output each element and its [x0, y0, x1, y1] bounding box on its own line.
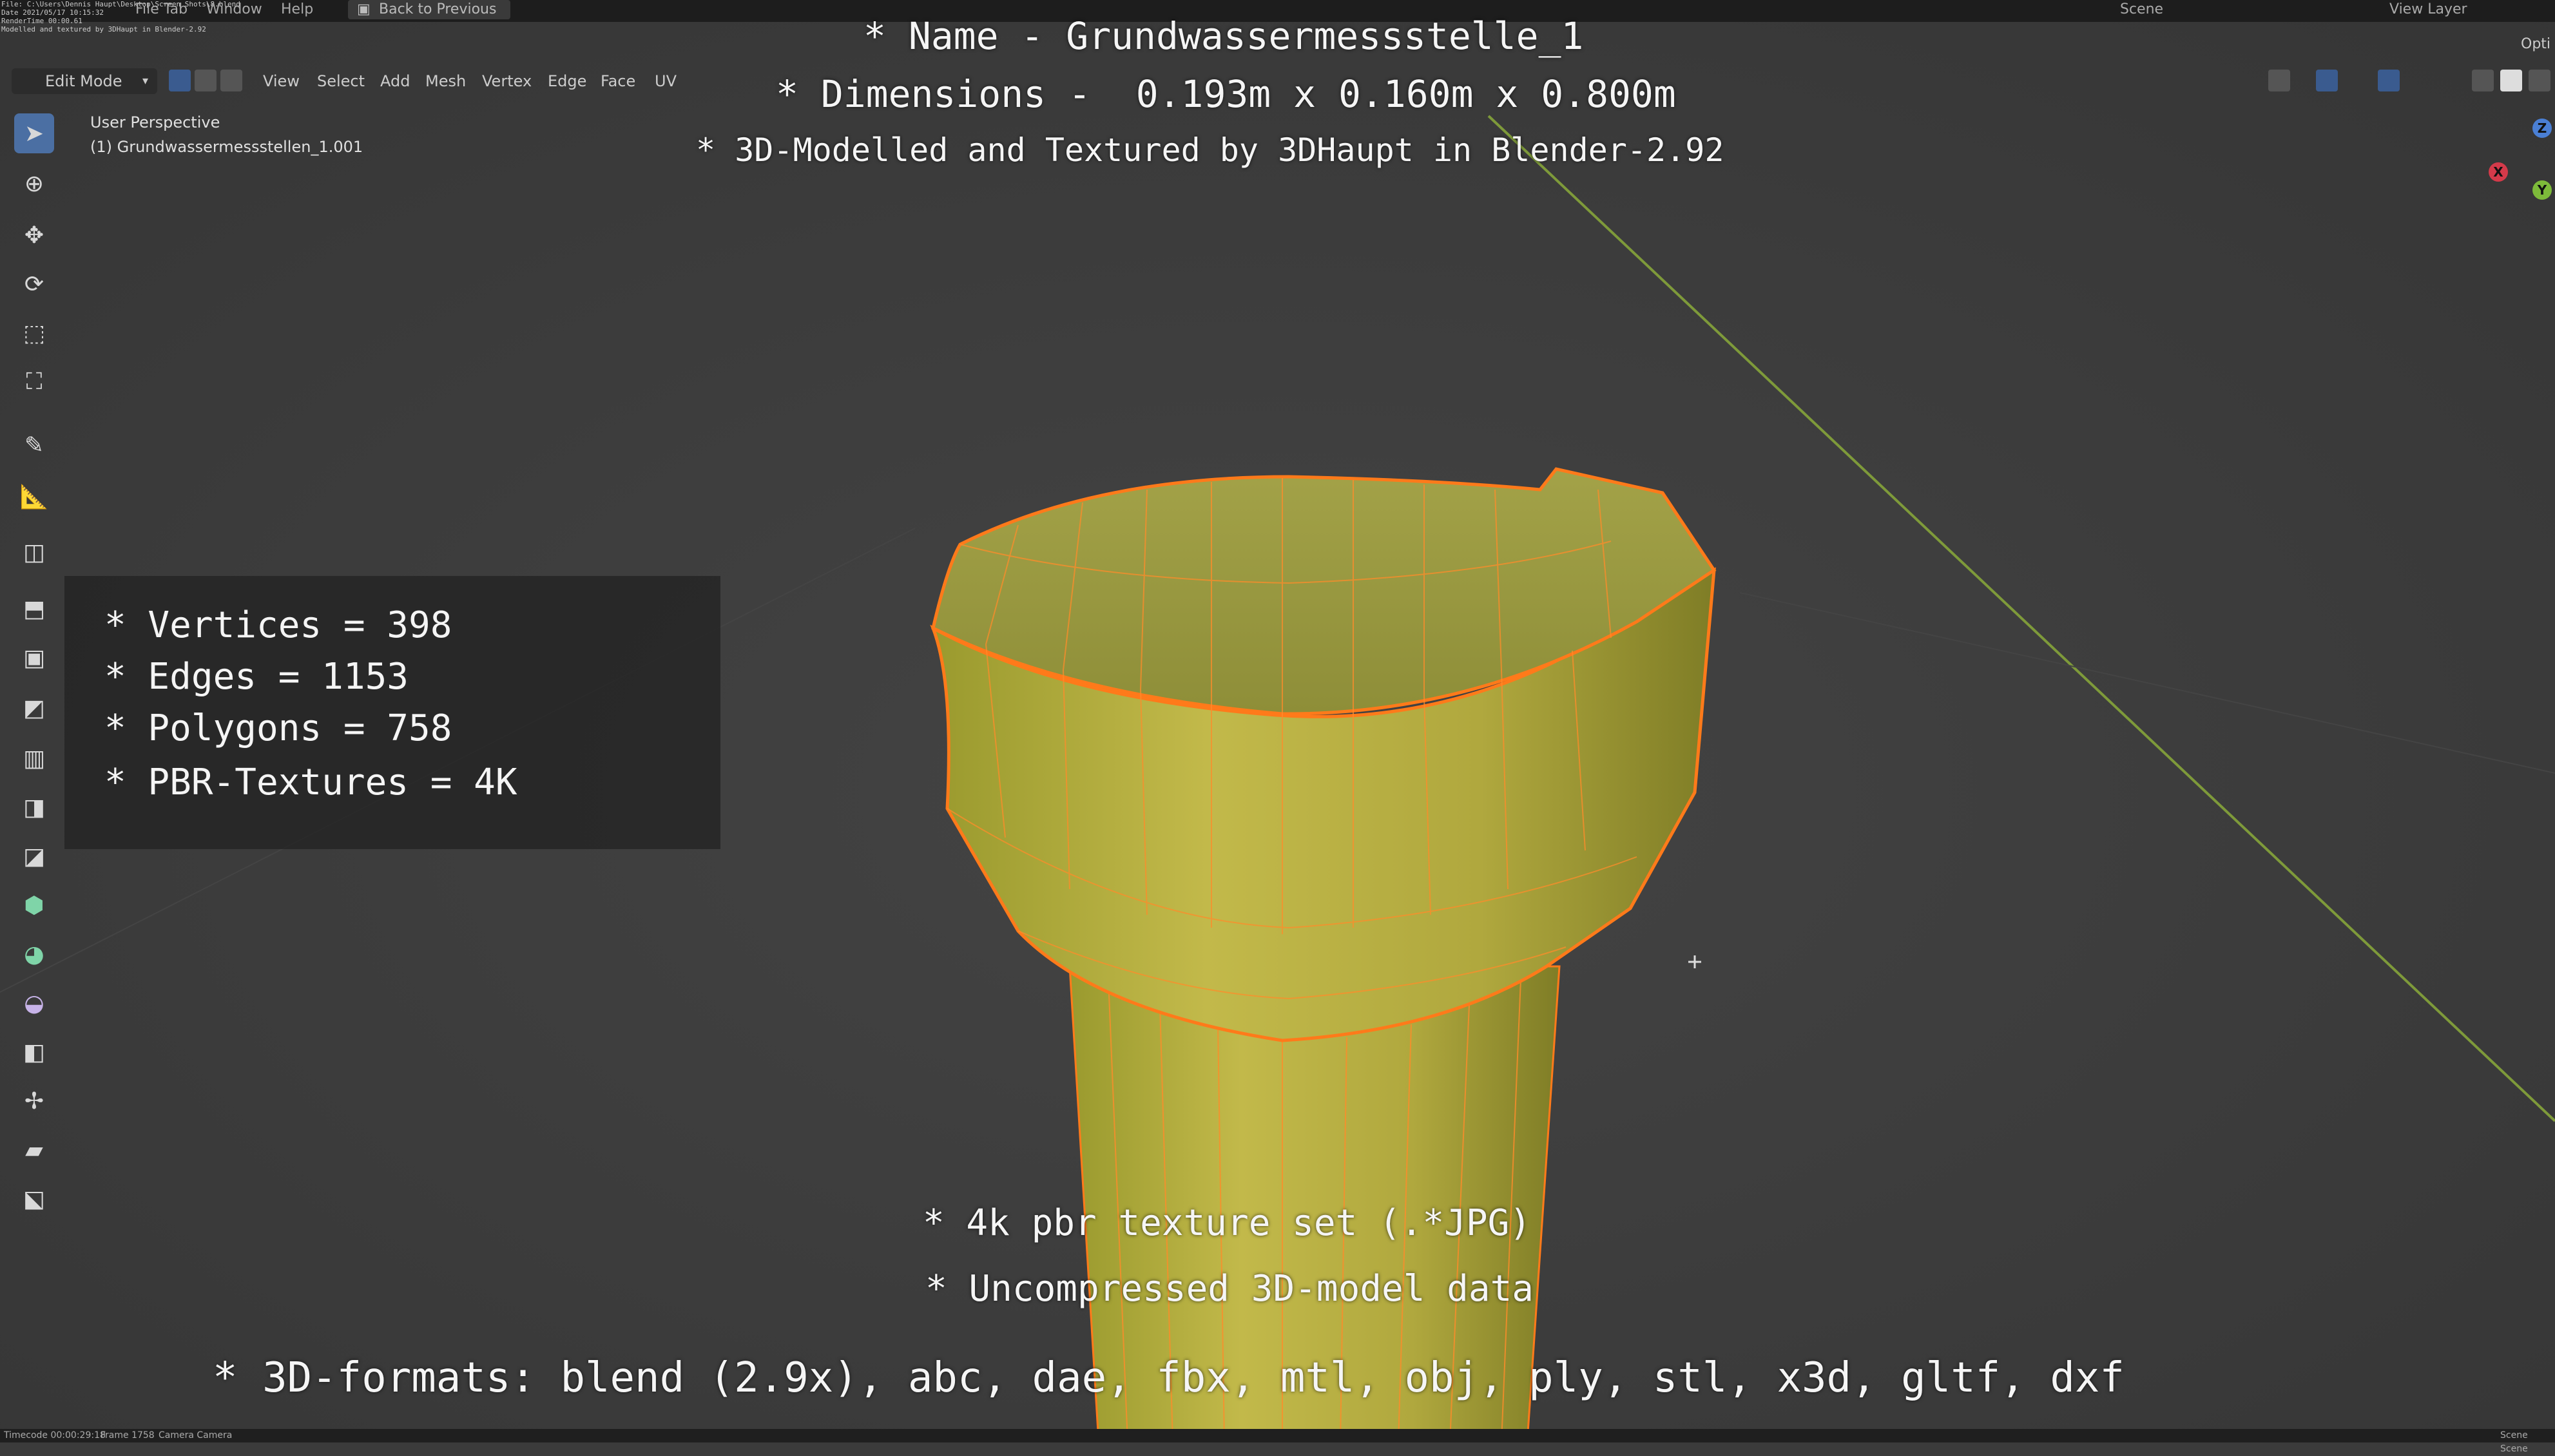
- viewport-visibility-icon[interactable]: [2268, 70, 2290, 91]
- poly-build-icon[interactable]: ◪: [14, 836, 54, 876]
- uncompressed-caption: * Uncompressed 3D-model data: [925, 1268, 1534, 1310]
- shrink-fatten-icon[interactable]: ◧: [14, 1032, 54, 1072]
- vertices-stat: * Vertices = 398: [104, 604, 452, 646]
- view-layer-label[interactable]: View Layer: [2389, 1, 2467, 17]
- overlay-toggle-icon[interactable]: [2378, 70, 2400, 91]
- annotate-icon[interactable]: ✎: [14, 425, 54, 465]
- mode-label: Edit Mode: [45, 72, 122, 90]
- scene-label[interactable]: Scene: [2120, 1, 2163, 17]
- perspective-label: User Perspective: [90, 113, 220, 131]
- back-to-previous-label: Back to Previous: [379, 1, 497, 17]
- spin-icon[interactable]: ⬢: [14, 885, 54, 925]
- rotate-icon[interactable]: ⟳: [14, 264, 54, 304]
- to-sphere-icon[interactable]: ⬕: [14, 1179, 54, 1219]
- bevel-icon[interactable]: ◩: [14, 688, 54, 728]
- extrude-icon[interactable]: ⬒: [14, 589, 54, 629]
- screen-icon: ▣: [357, 1, 371, 17]
- polygons-stat: * Polygons = 758: [104, 707, 452, 749]
- menu-mesh[interactable]: Mesh: [425, 72, 466, 90]
- back-to-previous-button[interactable]: ▣ Back to Previous: [348, 0, 511, 19]
- menu-window[interactable]: Window: [206, 1, 262, 17]
- move-icon[interactable]: ✥: [14, 215, 54, 255]
- frame-label: Frame 1758: [101, 1430, 155, 1441]
- add-cube-icon[interactable]: ◫: [14, 532, 54, 572]
- name-caption: * Name - Grundwassermessstelle_1: [863, 14, 1584, 58]
- measure-icon[interactable]: 📐: [14, 477, 54, 517]
- 3d-cursor-icon[interactable]: ⊕: [14, 164, 54, 204]
- cursor-select-icon[interactable]: ➤: [14, 113, 54, 153]
- menu-uv[interactable]: UV: [655, 72, 677, 90]
- menu-edge[interactable]: Edge: [548, 72, 586, 90]
- inset-icon[interactable]: ▣: [14, 638, 54, 678]
- face-select-button[interactable]: [220, 70, 242, 91]
- chevron-down-icon: ▾: [142, 74, 148, 88]
- menu-face[interactable]: Face: [601, 72, 635, 90]
- edges-stat: * Edges = 1153: [104, 656, 409, 698]
- texture-set-caption: * 4k pbr texture set (.*JPG): [923, 1202, 1532, 1244]
- menu-vertex[interactable]: Vertex: [482, 72, 532, 90]
- camera-label: Camera Camera: [159, 1430, 233, 1441]
- formats-caption: * 3D-formats: blend (2.9x), abc, dae, fb…: [213, 1354, 2125, 1402]
- transform-icon[interactable]: ⛶: [14, 362, 54, 402]
- gizmo-z-axis[interactable]: Z: [2532, 119, 2552, 138]
- scene-status-label: Scene Scene: [2500, 1430, 2528, 1454]
- timecode-label: Timecode 00:00:29:18: [4, 1430, 106, 1441]
- status-bar: Timecode 00:00:29:18 Frame 1758 Camera C…: [0, 1429, 2555, 1454]
- solid-shading-icon[interactable]: [2500, 70, 2522, 91]
- dimensions-caption: * Dimensions - 0.193m x 0.160m x 0.800m: [776, 72, 1676, 116]
- render-stamp: File: C:\Users\Dennis Haupt\Desktop\Scre…: [1, 0, 240, 34]
- gizmo-toggle-icon[interactable]: [2316, 70, 2338, 91]
- edge-slide-icon[interactable]: ◒: [14, 983, 54, 1023]
- gizmo-x-axis[interactable]: X: [2489, 162, 2508, 182]
- shear-icon[interactable]: ✢: [14, 1081, 54, 1121]
- options-label[interactable]: Opti: [2521, 36, 2550, 52]
- smooth-icon[interactable]: ◕: [14, 934, 54, 974]
- loop-cut-icon[interactable]: ▥: [14, 738, 54, 778]
- gizmo-y-axis[interactable]: Y: [2532, 180, 2552, 200]
- credit-caption: * 3D-Modelled and Textured by 3DHaupt in…: [696, 131, 1724, 169]
- menu-help[interactable]: Help: [281, 1, 313, 17]
- knife-icon[interactable]: ◨: [14, 787, 54, 827]
- rip-icon[interactable]: ▰: [14, 1130, 54, 1170]
- wireframe-shading-icon[interactable]: [2472, 70, 2494, 91]
- scale-icon[interactable]: ⬚: [14, 313, 54, 353]
- mode-selector[interactable]: Edit Mode ▾: [12, 68, 157, 94]
- textures-stat: * PBR-Textures = 4K: [104, 762, 517, 803]
- menu-select[interactable]: Select: [317, 72, 365, 90]
- material-shading-icon[interactable]: [2529, 70, 2550, 91]
- vertex-select-button[interactable]: [169, 70, 191, 91]
- menu-file[interactable]: File Tab: [135, 1, 188, 17]
- mesh-stats-panel: * Vertices = 398 * Edges = 1153 * Polygo…: [64, 576, 720, 849]
- menu-add[interactable]: Add: [380, 72, 410, 90]
- edge-select-button[interactable]: [195, 70, 217, 91]
- menu-view[interactable]: View: [263, 72, 300, 90]
- active-object-label: (1) Grundwassermessstellen_1.001: [90, 138, 363, 156]
